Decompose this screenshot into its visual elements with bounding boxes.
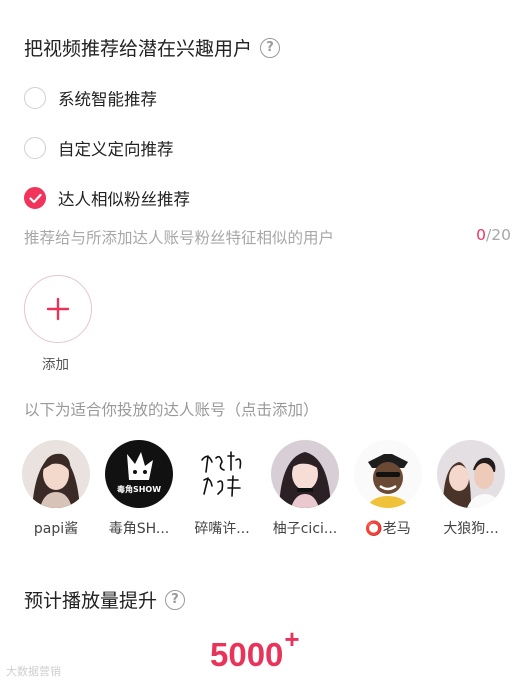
influencer-item[interactable]: 柚子cici... (265, 440, 345, 538)
question-icon[interactable]: ? (165, 589, 186, 610)
plus-icon (46, 297, 70, 321)
radio-checked-icon[interactable] (24, 187, 46, 209)
watermark: 大数据营销 (6, 665, 61, 678)
influencer-name: papi酱 (33, 521, 79, 537)
influencer-name: ⭕老马 (365, 521, 411, 537)
influencer-item[interactable]: 毒角SHOW 毒角SH... (99, 440, 179, 538)
option-label: 系统智能推荐 (58, 90, 157, 109)
estimate-title: 预计播放量提升 (24, 590, 158, 612)
influencer-item[interactable]: 大狼狗... (431, 440, 511, 538)
estimate-suffix: + (284, 624, 300, 654)
selection-counter: 0/20 (476, 226, 511, 244)
avatar (437, 440, 505, 508)
counter-total: /20 (486, 226, 511, 244)
option-label: 达人相似粉丝推荐 (58, 190, 190, 209)
influencer-name: 碎嘴许... (194, 521, 250, 537)
suggestions-title: 以下为适合你投放的达人账号（点击添加） (24, 401, 319, 419)
estimate-value: 5000+ (210, 624, 300, 674)
add-label: 添加 (42, 357, 69, 373)
influencer-list: papi酱 毒角SHOW 毒角SH... 碎嘴许... 柚子cici... ⭕老… (22, 440, 512, 550)
influencer-name: 柚子cici... (272, 521, 338, 537)
option-custom[interactable]: 自定义定向推荐 (24, 136, 174, 160)
influencer-item[interactable]: papi酱 (16, 440, 96, 538)
recommend-title: 把视频推荐给潜在兴趣用户 (24, 38, 253, 60)
influencer-name: 毒角SH... (108, 521, 170, 537)
option-label: 自定义定向推荐 (58, 140, 174, 159)
recommend-title-row: 把视频推荐给潜在兴趣用户 ? (24, 34, 281, 61)
avatar (354, 440, 422, 508)
radio-unchecked-icon[interactable] (24, 137, 46, 159)
avatar (22, 440, 90, 508)
add-influencer-button[interactable] (24, 275, 92, 343)
estimate-title-row: 预计播放量提升 ? (24, 586, 186, 613)
influencer-item[interactable]: ⭕老马 (348, 440, 428, 538)
recommend-hint: 推荐给与所添加达人账号粉丝特征相似的用户 (24, 229, 335, 247)
avatar (188, 440, 256, 508)
estimate-number: 5000 (210, 636, 284, 673)
counter-current: 0 (476, 226, 487, 244)
avatar: 毒角SHOW (105, 440, 173, 508)
option-influencer-fans[interactable]: 达人相似粉丝推荐 (24, 186, 190, 210)
svg-text:毒角SHOW: 毒角SHOW (117, 484, 161, 494)
question-icon[interactable]: ? (260, 37, 281, 58)
option-system[interactable]: 系统智能推荐 (24, 86, 157, 110)
radio-unchecked-icon[interactable] (24, 87, 46, 109)
influencer-name: 大狼狗... (443, 521, 499, 537)
avatar (271, 440, 339, 508)
influencer-item[interactable]: 碎嘴许... (182, 440, 262, 538)
